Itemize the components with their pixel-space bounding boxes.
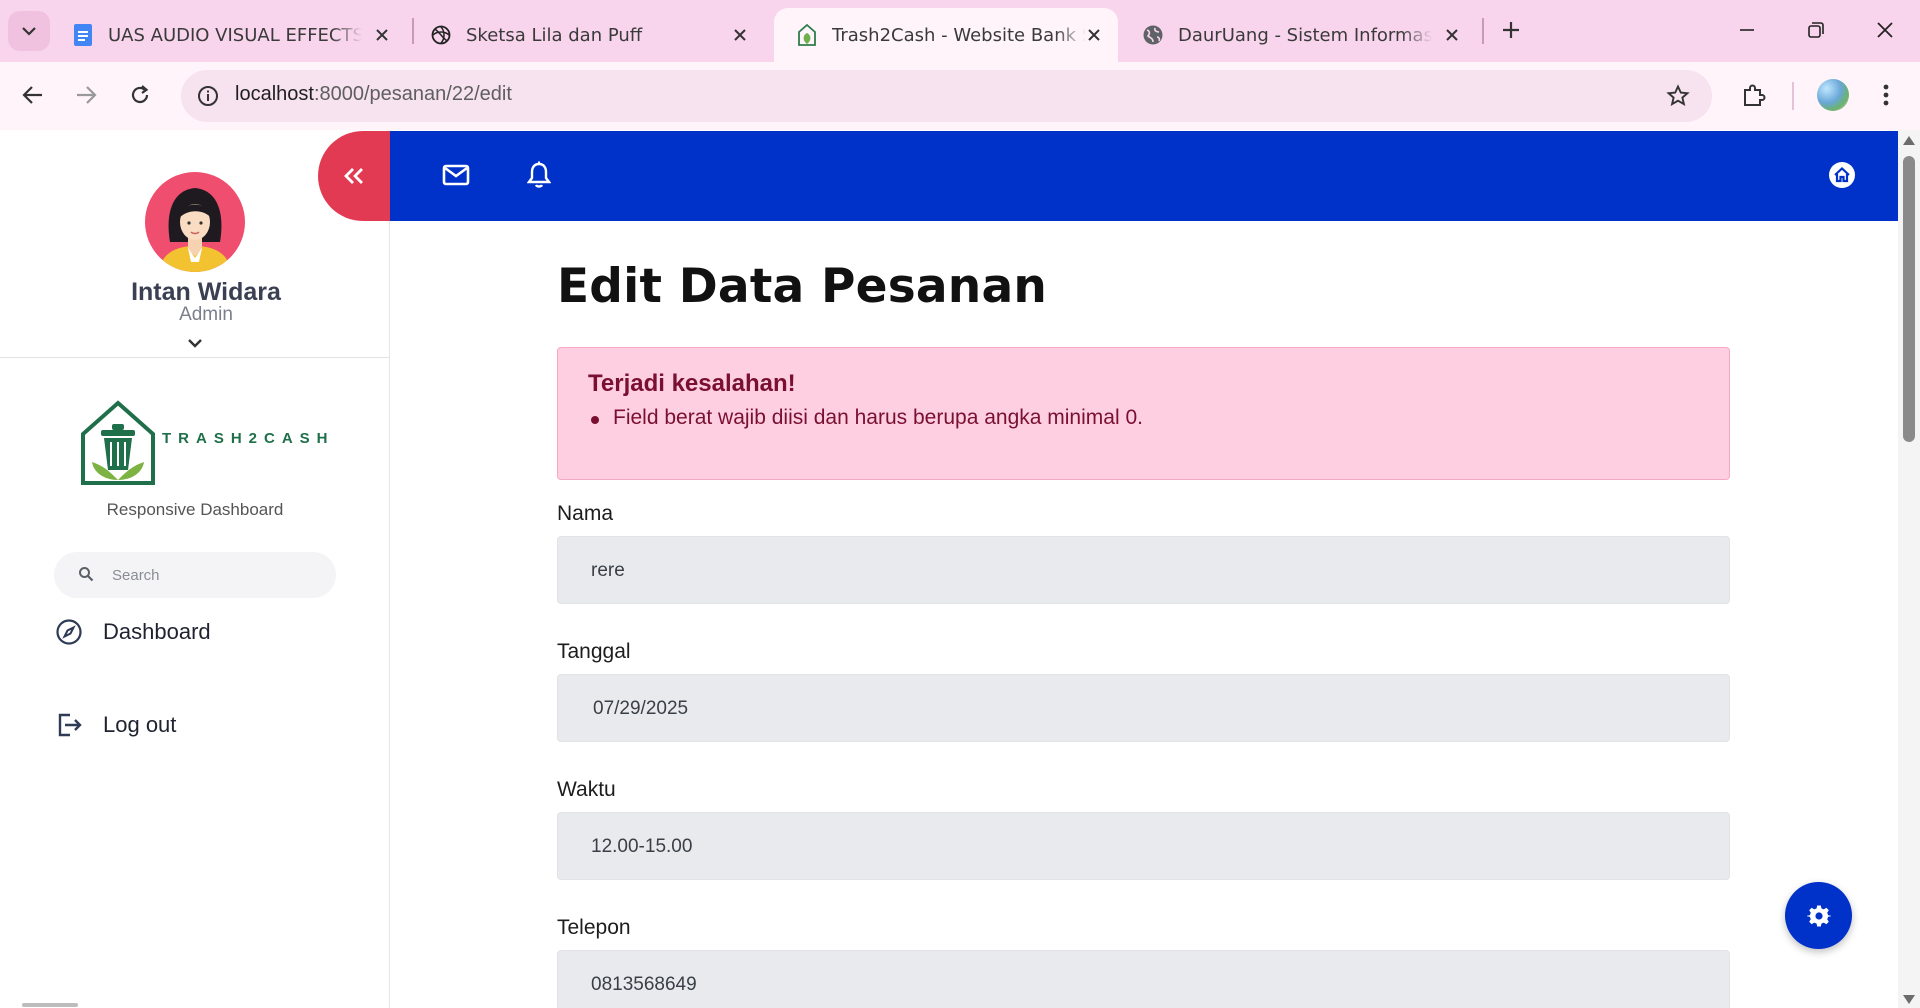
chevron-down-icon[interactable] — [185, 336, 205, 350]
sidebar-item-label: Log out — [103, 712, 177, 737]
error-item: Field berat wajib diisi dan harus berupa… — [588, 406, 1143, 430]
browser-menu-button[interactable] — [1866, 75, 1906, 115]
user-role: Admin — [179, 304, 233, 325]
star-icon[interactable] — [1666, 84, 1690, 108]
sidebar-divider — [0, 357, 390, 358]
close-icon[interactable] — [730, 25, 750, 45]
page-scrollbar[interactable] — [1898, 130, 1920, 1008]
minimize-button[interactable] — [1724, 12, 1770, 48]
sidebar-item-logout[interactable]: Log out — [54, 705, 176, 745]
alert-title: Terjadi kesalahan! — [588, 370, 796, 397]
tab-title: DaurUang - Sistem Informasi Bank Sampah — [1178, 24, 1432, 46]
arrow-left-icon — [22, 86, 42, 104]
field-label-tanggal: Tanggal — [557, 640, 631, 663]
waktu-field — [557, 812, 1730, 880]
search-icon — [79, 567, 94, 582]
home-icon[interactable] — [1826, 159, 1858, 191]
minimize-icon — [1740, 29, 1754, 31]
close-icon[interactable] — [372, 25, 392, 45]
chevron-down-icon — [22, 27, 36, 36]
telepon-field — [557, 950, 1730, 1008]
compass-icon — [54, 617, 84, 647]
tab-title: Trash2Cash - Website Bank Sampah — [832, 24, 1086, 46]
extensions-button[interactable] — [1734, 75, 1774, 115]
scroll-down-icon[interactable] — [1903, 995, 1915, 1004]
tagline: Responsive Dashboard — [106, 500, 284, 519]
tanggal-field — [557, 674, 1730, 742]
field-label-nama: Nama — [557, 502, 614, 525]
reload-button[interactable] — [120, 75, 160, 115]
tab-sketsa[interactable]: Sketsa Lila dan Puff — [408, 8, 764, 62]
telepon-input[interactable] — [591, 971, 1691, 999]
puzzle-icon — [1744, 84, 1766, 106]
scroll-up-icon[interactable] — [1903, 136, 1915, 145]
error-list: Field berat wajib diisi dan harus berupa… — [588, 406, 1143, 430]
reload-icon — [131, 85, 149, 104]
error-alert: Terjadi kesalahan! Field berat wajib dii… — [557, 347, 1730, 480]
page-viewport: Intan Widara Admin TRASH2CASH Responsive… — [0, 130, 1898, 1008]
globe-icon — [1142, 24, 1164, 46]
close-icon — [1877, 22, 1893, 38]
browser-tab-bar: UAS AUDIO VISUAL EFFECTS - Google Docs S… — [0, 0, 1920, 62]
plus-icon — [1503, 22, 1519, 38]
restore-button[interactable] — [1793, 12, 1839, 48]
field-label-telepon: Telepon — [557, 916, 631, 939]
sidebar-item-label: Dashboard — [103, 619, 211, 644]
mail-icon[interactable] — [440, 159, 472, 191]
tab-separator — [1482, 18, 1484, 44]
logo-text: TRASH2CASH — [162, 430, 335, 447]
site-info-icon[interactable] — [197, 85, 219, 107]
trash2cash-logo: TRASH2CASH — [80, 400, 328, 490]
chatgpt-icon — [430, 24, 452, 46]
trash2cash-logo-icon — [81, 400, 155, 485]
double-chevron-left-icon — [344, 168, 363, 184]
url-text[interactable]: localhost:8000/pesanan/22/edit — [235, 83, 512, 106]
kebab-menu-icon — [1883, 84, 1889, 106]
horizontal-scrollbar-thumb[interactable] — [22, 1003, 78, 1007]
forward-button[interactable] — [66, 75, 106, 115]
tab-uas-docs[interactable]: UAS AUDIO VISUAL EFFECTS - Google Docs — [50, 8, 406, 62]
sidebar-item-dashboard[interactable]: Dashboard — [54, 612, 211, 652]
restore-icon — [1808, 22, 1824, 38]
toolbar-separator — [1792, 82, 1794, 110]
nama-field — [557, 536, 1730, 604]
logout-icon — [54, 710, 84, 740]
address-bar[interactable]: localhost:8000/pesanan/22/edit — [181, 70, 1712, 122]
top-navbar — [390, 131, 1898, 221]
close-icon[interactable] — [1442, 25, 1462, 45]
tab-title: UAS AUDIO VISUAL EFFECTS - Google Docs — [108, 24, 362, 46]
sidebar-search — [54, 552, 336, 598]
nama-input[interactable] — [591, 557, 1691, 585]
gear-icon — [1806, 905, 1831, 926]
new-tab-button[interactable] — [1494, 13, 1528, 47]
settings-fab[interactable] — [1785, 882, 1852, 949]
tab-title: Sketsa Lila dan Puff — [466, 24, 643, 46]
close-window-button[interactable] — [1862, 12, 1908, 48]
docs-icon — [72, 24, 94, 46]
tab-daururang[interactable]: DaurUang - Sistem Informasi Bank Sampah — [1120, 8, 1476, 62]
close-icon[interactable] — [1084, 25, 1104, 45]
trash2cash-favicon — [796, 24, 818, 46]
tab-search-button[interactable] — [8, 11, 50, 51]
tab-trash2cash[interactable]: Trash2Cash - Website Bank Sampah — [774, 8, 1118, 62]
arrow-right-icon — [77, 86, 97, 104]
user-name: Intan Widara — [131, 278, 281, 306]
tanggal-input[interactable] — [593, 695, 1693, 723]
search-input[interactable] — [112, 563, 312, 587]
bell-icon[interactable] — [523, 159, 555, 191]
waktu-input[interactable] — [591, 833, 1691, 861]
field-label-waktu: Waktu — [557, 778, 616, 801]
back-button[interactable] — [13, 75, 53, 115]
profile-avatar[interactable] — [1817, 79, 1849, 111]
scrollbar-thumb[interactable] — [1903, 156, 1915, 442]
page-title: Edit Data Pesanan — [557, 259, 1048, 314]
browser-toolbar: localhost:8000/pesanan/22/edit — [0, 62, 1920, 130]
avatar[interactable] — [145, 172, 245, 272]
sidebar: Intan Widara Admin TRASH2CASH Responsive… — [0, 130, 390, 1008]
